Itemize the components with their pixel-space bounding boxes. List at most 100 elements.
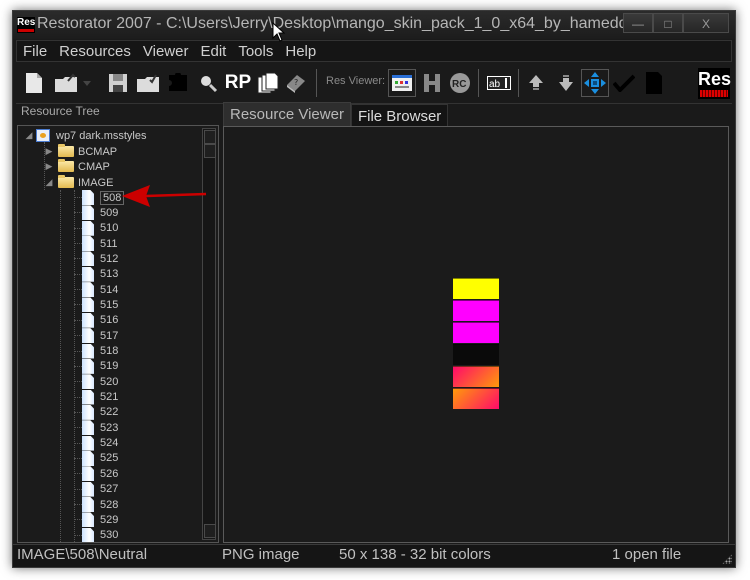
view-rc-button[interactable]: RC xyxy=(448,71,472,95)
expand-arrow-icon[interactable]: ▶ xyxy=(44,161,54,172)
image-file-icon xyxy=(82,312,94,328)
tree-item[interactable]: 508 xyxy=(82,190,125,205)
menu-resources[interactable]: Resources xyxy=(53,43,137,60)
image-file-icon xyxy=(82,358,94,374)
tree-folder-image[interactable]: ◢ IMAGE xyxy=(44,175,113,190)
image-file-icon xyxy=(82,220,94,236)
image-file-icon xyxy=(82,404,94,420)
tree-item[interactable]: 513 xyxy=(82,266,118,282)
tree-item-label: 520 xyxy=(100,375,119,388)
viewer-tabs: Resource Viewer File Browser xyxy=(223,102,449,129)
image-file-icon xyxy=(82,420,94,436)
tree-item[interactable]: 517 xyxy=(82,328,118,344)
tree-item-label: 523 xyxy=(100,421,119,434)
menu-viewer[interactable]: Viewer xyxy=(137,43,195,60)
image-file-icon xyxy=(82,343,94,359)
image-file-icon xyxy=(82,282,94,298)
resource-action-button[interactable] xyxy=(166,71,190,95)
scroll-up-button[interactable] xyxy=(204,130,216,144)
apply-button[interactable] xyxy=(612,71,636,95)
image-file-icon xyxy=(82,527,94,542)
blank-page-button[interactable] xyxy=(642,71,666,95)
menu-edit[interactable]: Edit xyxy=(194,43,232,60)
tree-item[interactable]: 526 xyxy=(82,466,118,482)
resource-tree-label: Resource Tree xyxy=(21,104,100,118)
swatch-magenta-1 xyxy=(453,300,499,321)
tree-item[interactable]: 528 xyxy=(82,497,118,512)
open-dropdown-button[interactable] xyxy=(80,71,94,95)
folder-icon xyxy=(58,144,74,157)
tab-resource-viewer[interactable]: Resource Viewer xyxy=(223,102,351,127)
collapse-arrow-icon[interactable]: ◢ xyxy=(44,177,54,188)
tree-item[interactable]: 510 xyxy=(82,220,118,236)
save-folder-button[interactable] xyxy=(136,71,160,95)
find-button[interactable] xyxy=(196,71,220,95)
maximize-button[interactable]: □ xyxy=(653,13,683,33)
tree-item[interactable]: 514 xyxy=(82,282,119,298)
view-dialog-button[interactable] xyxy=(388,69,416,97)
tree-item-label: 519 xyxy=(100,360,119,373)
image-file-icon xyxy=(82,481,94,497)
tree-item[interactable]: 519 xyxy=(82,358,119,374)
tree-item[interactable]: 525 xyxy=(82,450,118,466)
new-file-button[interactable] xyxy=(22,71,46,95)
checkmark-icon xyxy=(613,74,635,92)
tree-folder-bcmap[interactable]: ▶ BCMAP xyxy=(44,144,117,159)
tree-item[interactable]: 529 xyxy=(82,512,118,528)
menu-bar: File Resources Viewer Edit Tools Help xyxy=(16,40,732,62)
magnifier-icon xyxy=(201,76,218,93)
save-button[interactable] xyxy=(106,71,130,95)
help-button[interactable]: ? xyxy=(284,71,308,95)
tree-item[interactable]: 515 xyxy=(82,297,118,313)
tree-folder-label: CMAP xyxy=(78,160,110,173)
collapse-arrow-icon[interactable]: ◢ xyxy=(24,130,34,141)
tree-item[interactable]: 512 xyxy=(82,251,118,267)
status-open-files: 1 open file xyxy=(612,546,682,563)
save-icon xyxy=(109,74,127,92)
tree-item[interactable]: 521 xyxy=(82,389,118,405)
copy-button[interactable] xyxy=(256,71,280,95)
view-text-button[interactable]: ab xyxy=(486,71,512,95)
resource-patcher-button[interactable]: RP xyxy=(224,71,252,95)
menu-tools[interactable]: Tools xyxy=(232,43,279,60)
tree-item[interactable]: 523 xyxy=(82,420,119,436)
tree-item[interactable]: 522 xyxy=(82,404,118,420)
scroll-thumb[interactable] xyxy=(204,144,216,158)
minimize-button[interactable]: — xyxy=(623,13,653,33)
copy-pages-icon xyxy=(257,72,279,94)
view-hex-button[interactable] xyxy=(420,71,444,95)
tree-item[interactable]: 524 xyxy=(82,435,118,451)
title-bar[interactable]: Res Restorator 2007 - C:\Users\Jerry\Des… xyxy=(13,11,735,39)
close-button[interactable]: X xyxy=(683,13,729,33)
scroll-down-button[interactable] xyxy=(204,524,216,538)
menu-help[interactable]: Help xyxy=(279,43,322,60)
move-up-button[interactable] xyxy=(524,71,548,95)
image-file-icon xyxy=(82,466,94,482)
tree-folder-label: BCMAP xyxy=(78,145,118,158)
tree-root-label: wp7 dark.msstyles xyxy=(56,129,147,142)
res-viewer-label: Res Viewer: xyxy=(326,75,386,87)
move-down-button[interactable] xyxy=(554,71,578,95)
toolbar-separator xyxy=(478,69,479,97)
text-edit-icon: ab xyxy=(487,76,511,90)
tree-root[interactable]: ◢ wp7 dark.msstyles xyxy=(24,128,146,143)
tree-item[interactable]: 518 xyxy=(82,343,118,359)
image-file-icon xyxy=(82,389,94,405)
tree-item-label: 514 xyxy=(100,283,119,296)
msstyles-file-icon xyxy=(36,129,50,142)
fit-view-button[interactable] xyxy=(581,69,609,97)
open-folder-button[interactable] xyxy=(54,71,78,95)
expand-arrow-icon[interactable]: ▶ xyxy=(44,146,54,157)
tree-item[interactable]: 516 xyxy=(82,312,118,328)
tree-item[interactable]: 509 xyxy=(82,205,118,221)
image-file-icon xyxy=(82,374,94,390)
tree-item[interactable]: 527 xyxy=(82,481,118,497)
tree-folder-cmap[interactable]: ▶ CMAP xyxy=(44,159,110,174)
tree-item[interactable]: 520 xyxy=(82,374,119,390)
svg-text:?: ? xyxy=(294,78,298,87)
menu-file[interactable]: File xyxy=(17,43,53,60)
status-type: PNG image xyxy=(222,546,300,563)
tree-item[interactable]: 530 xyxy=(82,527,118,542)
resize-grip[interactable] xyxy=(722,554,732,564)
tree-item[interactable]: 511 xyxy=(82,236,118,252)
